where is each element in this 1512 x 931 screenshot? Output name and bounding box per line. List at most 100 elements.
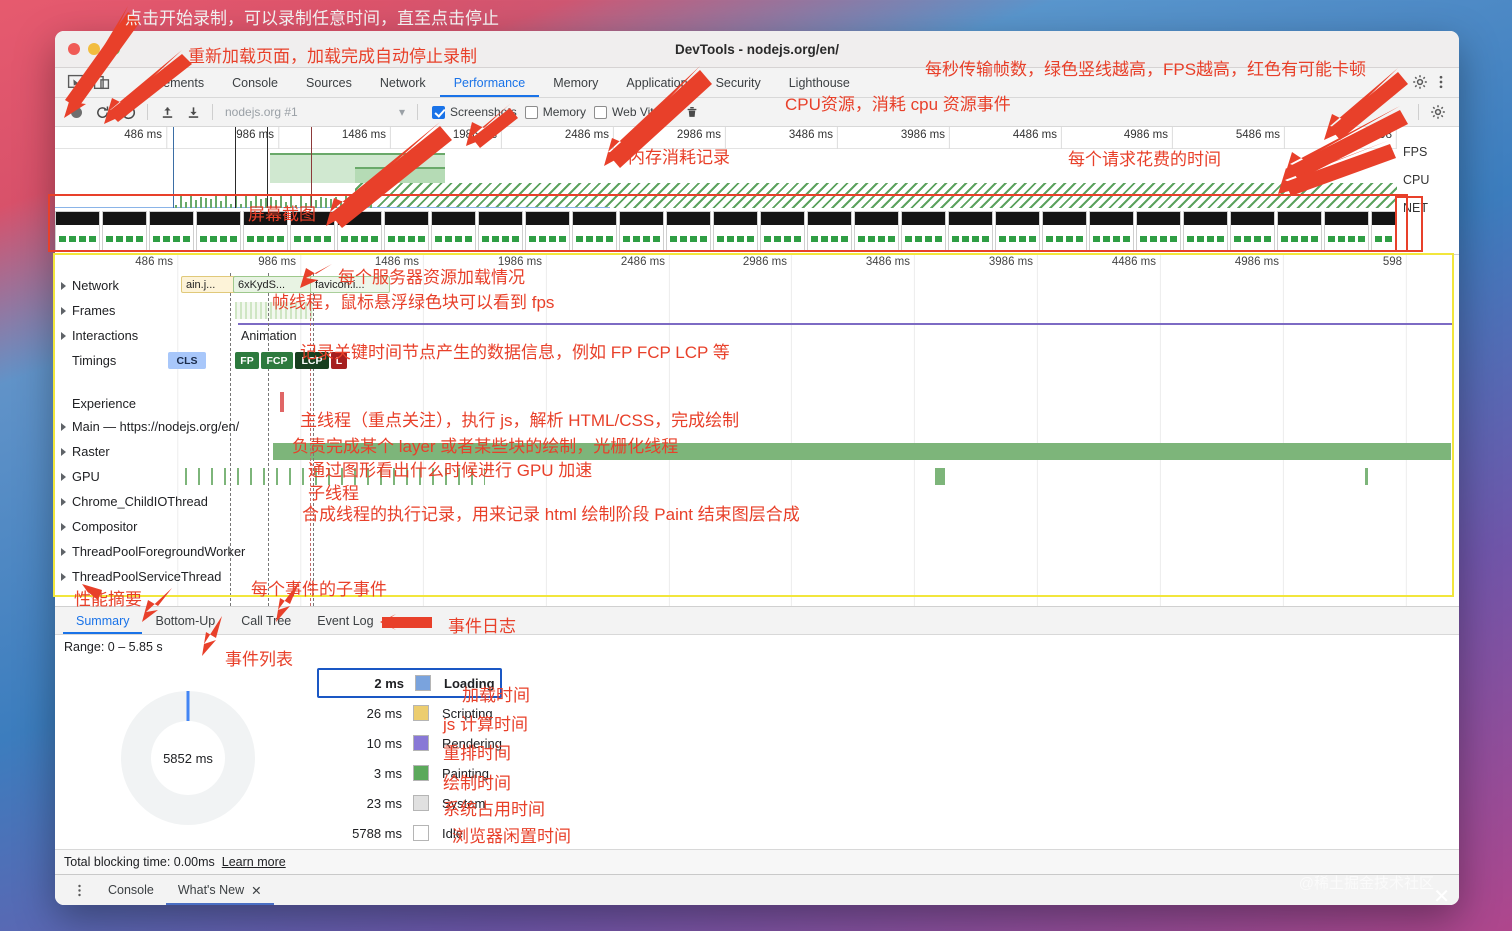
drawer-tab-console[interactable]: Console xyxy=(96,875,166,905)
track-main[interactable]: Main — https://nodejs.org/en/ xyxy=(55,414,1459,439)
expand-triangle-icon[interactable] xyxy=(61,473,66,481)
filmstrip-frame[interactable] xyxy=(196,211,241,251)
filmstrip-frame[interactable] xyxy=(807,211,852,251)
filmstrip-frame[interactable] xyxy=(525,211,570,251)
upload-profile-icon[interactable] xyxy=(154,101,180,123)
tab-sources[interactable]: Sources xyxy=(292,68,366,97)
gear-icon[interactable] xyxy=(1412,74,1429,91)
summary-donut-chart[interactable]: 5852 ms xyxy=(121,691,255,825)
filmstrip-frame[interactable] xyxy=(55,211,100,251)
tab-application[interactable]: Application xyxy=(612,68,701,97)
filmstrip-frame[interactable] xyxy=(1042,211,1087,251)
clear-icon[interactable] xyxy=(115,101,141,123)
legend-row[interactable]: 2 msLoading xyxy=(317,668,502,698)
expand-triangle-icon[interactable] xyxy=(61,548,66,556)
expand-triangle-icon[interactable] xyxy=(61,448,66,456)
filmstrip-frame[interactable] xyxy=(149,211,194,251)
expand-triangle-icon[interactable] xyxy=(61,498,66,506)
track-compositor[interactable]: Compositor xyxy=(55,514,1459,539)
filmstrip-frame[interactable] xyxy=(1371,211,1397,251)
l-badge[interactable]: L xyxy=(331,352,347,369)
filmstrip-frame[interactable] xyxy=(290,211,335,251)
timeline-overview[interactable]: 486 ms986 ms1486 ms1986 ms2486 ms2986 ms… xyxy=(55,127,1459,255)
tab-security[interactable]: Security xyxy=(702,68,775,97)
device-toolbar-icon[interactable] xyxy=(93,74,110,91)
filmstrip-frame[interactable] xyxy=(666,211,711,251)
web-vitals-checkbox[interactable]: Web Vitals xyxy=(594,105,669,119)
trash-icon[interactable] xyxy=(679,101,705,123)
tab-elements[interactable]: Elements xyxy=(138,68,218,97)
filmstrip-frame[interactable] xyxy=(478,211,523,251)
filmstrip-frame[interactable] xyxy=(243,211,288,251)
track-timings[interactable]: Timings CLS FP FCP LCP L xyxy=(55,348,1459,373)
legend-row[interactable]: 5788 msIdle xyxy=(317,818,502,848)
filmstrip-frame[interactable] xyxy=(1277,211,1322,251)
track-interactions[interactable]: Interactions Animation xyxy=(55,323,1459,348)
raster-block[interactable] xyxy=(273,443,1451,460)
filmstrip-frame[interactable] xyxy=(1136,211,1181,251)
filmstrip-frame[interactable] xyxy=(572,211,617,251)
filmstrip-frame[interactable] xyxy=(713,211,758,251)
filmstrip-frame[interactable] xyxy=(1089,211,1134,251)
tab-network[interactable]: Network xyxy=(366,68,440,97)
fp-badge[interactable]: FP xyxy=(235,352,259,369)
legend-row[interactable]: 10 msRendering xyxy=(317,728,502,758)
expand-triangle-icon[interactable] xyxy=(61,307,66,315)
tab-performance[interactable]: Performance xyxy=(440,68,540,97)
expand-triangle-icon[interactable] xyxy=(61,523,66,531)
frames-strip[interactable] xyxy=(235,302,313,319)
tab-bottom-up[interactable]: Bottom-Up xyxy=(142,607,228,634)
filmstrip-frame[interactable] xyxy=(948,211,993,251)
legend-row[interactable]: 26 msScripting xyxy=(317,698,502,728)
download-profile-icon[interactable] xyxy=(180,101,206,123)
kebab-menu-icon[interactable] xyxy=(1433,74,1450,91)
screenshots-checkbox[interactable]: Screenshots xyxy=(432,105,517,119)
screenshot-filmstrip[interactable] xyxy=(55,208,1397,254)
filmstrip-frame[interactable] xyxy=(337,211,382,251)
tab-lighthouse[interactable]: Lighthouse xyxy=(775,68,864,97)
tab-event-log[interactable]: Event Log xyxy=(304,607,386,634)
network-pill[interactable]: 6xKydS... xyxy=(233,276,315,293)
expand-triangle-icon[interactable] xyxy=(61,282,66,290)
expand-triangle-icon[interactable] xyxy=(61,573,66,581)
filmstrip-frame[interactable] xyxy=(102,211,147,251)
kebab-menu-icon[interactable] xyxy=(63,875,96,905)
filmstrip-frame[interactable] xyxy=(854,211,899,251)
overview-graphs[interactable] xyxy=(55,149,1397,208)
gpu-events[interactable] xyxy=(1365,468,1368,485)
expand-triangle-icon[interactable] xyxy=(61,332,66,340)
filmstrip-frame[interactable] xyxy=(619,211,664,251)
filmstrip-frame[interactable] xyxy=(431,211,476,251)
track-network[interactable]: Network ain.j... 6xKydS... favicon.i... xyxy=(55,273,1459,298)
reload-record-icon[interactable] xyxy=(89,101,115,123)
tab-call-tree[interactable]: Call Tree xyxy=(228,607,304,634)
filmstrip-frame[interactable] xyxy=(1324,211,1369,251)
filmstrip-frame[interactable] xyxy=(384,211,429,251)
legend-row[interactable]: 3 msPainting xyxy=(317,758,502,788)
track-chrome-childiothread[interactable]: Chrome_ChildIOThread xyxy=(55,489,1459,514)
gear-icon[interactable] xyxy=(1425,101,1451,123)
network-pill[interactable]: favicon.i... xyxy=(310,276,390,293)
lcp-badge[interactable]: LCP xyxy=(295,352,329,369)
layout-shift-marker[interactable] xyxy=(280,392,284,412)
close-icon[interactable]: ✕ xyxy=(1433,884,1450,909)
track-gpu[interactable]: GPU xyxy=(55,464,1459,489)
gpu-events[interactable] xyxy=(935,468,945,485)
close-icon[interactable]: ✕ xyxy=(251,883,261,898)
tab-memory[interactable]: Memory xyxy=(539,68,612,97)
learn-more-link[interactable]: Learn more xyxy=(222,855,286,869)
memory-checkbox[interactable]: Memory xyxy=(525,105,586,119)
tab-summary[interactable]: Summary xyxy=(63,607,142,634)
filmstrip-frame[interactable] xyxy=(1183,211,1228,251)
tab-console[interactable]: Console xyxy=(218,68,292,97)
expand-triangle-icon[interactable] xyxy=(61,423,66,431)
track-experience[interactable]: Experience xyxy=(55,373,1459,414)
track-frames[interactable]: Frames xyxy=(55,298,1459,323)
flame-chart[interactable]: 486 ms986 ms1486 ms1986 ms2486 ms2986 ms… xyxy=(55,255,1459,607)
cls-badge[interactable]: CLS xyxy=(168,352,206,369)
inspect-element-icon[interactable] xyxy=(67,74,84,91)
track-raster[interactable]: Raster xyxy=(55,439,1459,464)
session-select[interactable]: nodejs.org #1 ▾ xyxy=(219,105,411,119)
filmstrip-frame[interactable] xyxy=(995,211,1040,251)
drawer-tab-whats-new[interactable]: What's New ✕ xyxy=(166,875,274,905)
